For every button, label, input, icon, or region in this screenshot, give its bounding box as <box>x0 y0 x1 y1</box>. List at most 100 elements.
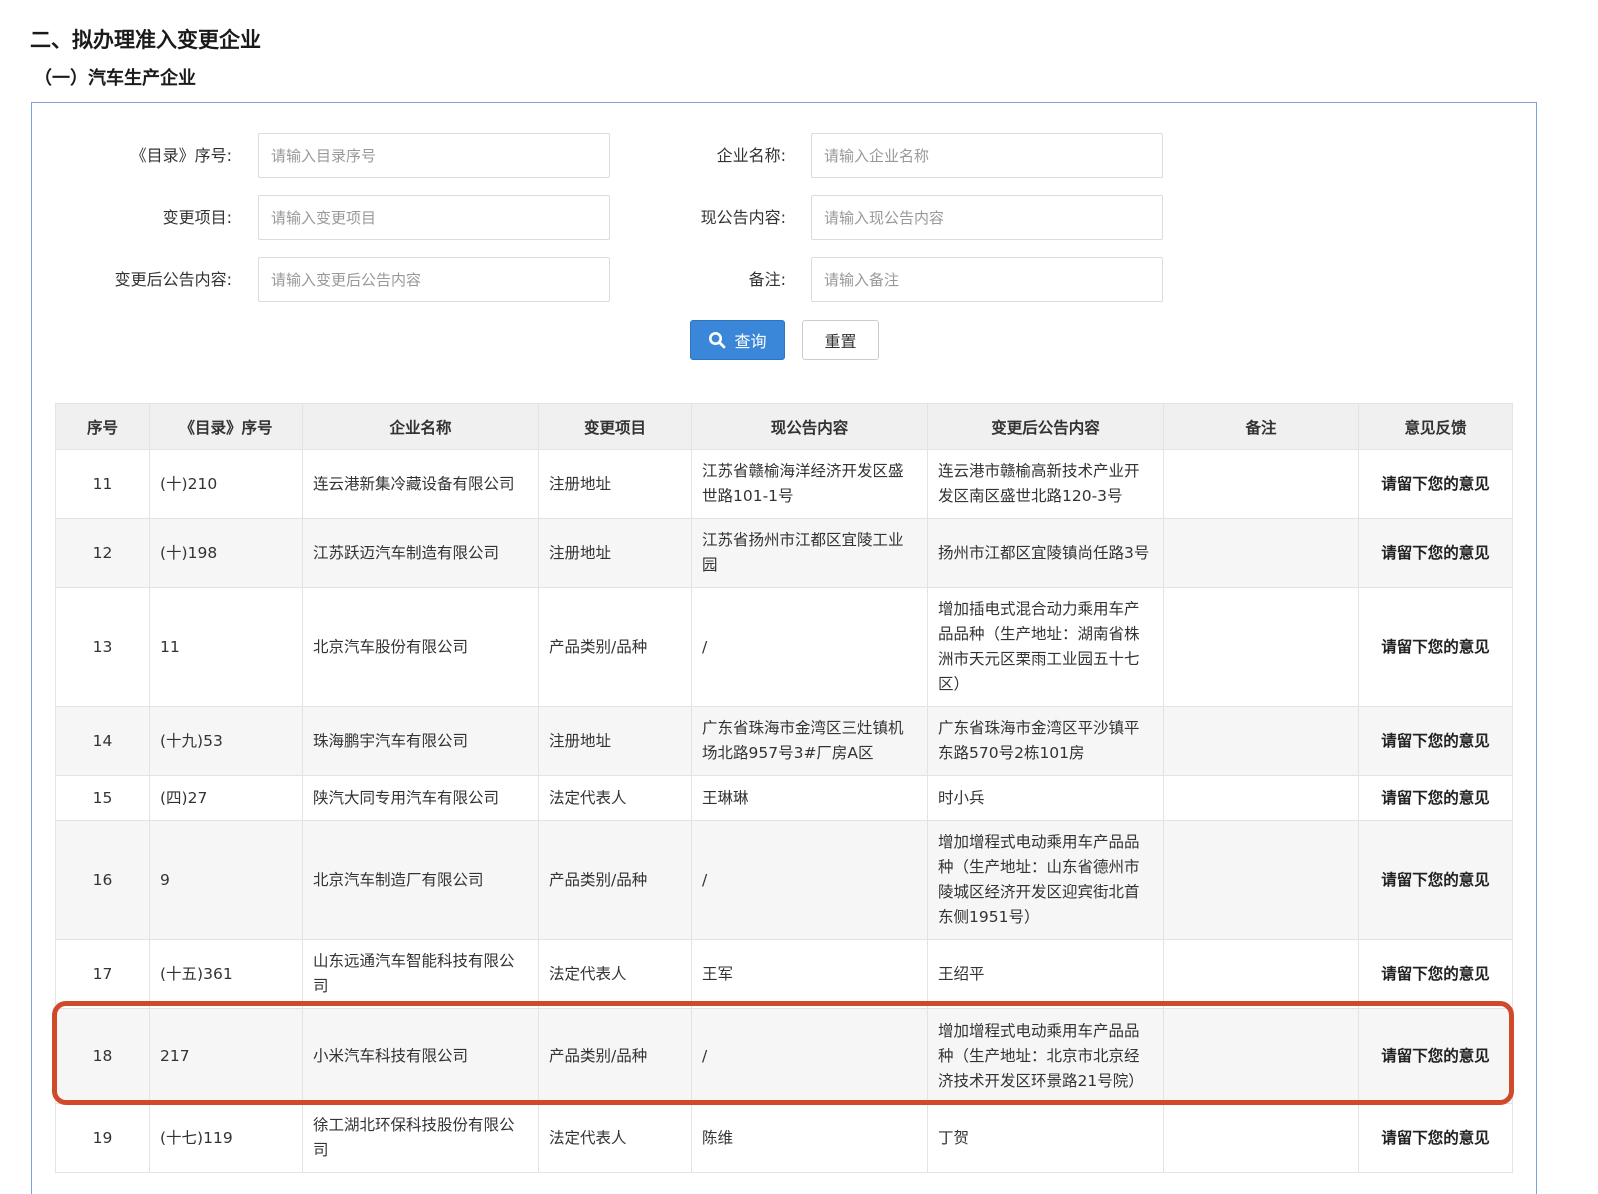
table-row: 11 (十)210 连云港新集冷藏设备有限公司 注册地址 江苏省赣榆海洋经济开发… <box>55 449 1513 519</box>
cell-no: 19 <box>55 1103 150 1173</box>
cell-item: 注册地址 <box>538 706 692 776</box>
col-header-remark: 备注 <box>1163 403 1359 450</box>
feedback-link[interactable]: 请留下您的意见 <box>1358 518 1513 588</box>
cell-no: 13 <box>55 587 150 707</box>
cell-current: / <box>691 820 928 940</box>
cell-after: 增加增程式电动乘用车产品品种（生产地址：北京市北京经济技术开发区环景路21号院） <box>927 1008 1164 1104</box>
catalog-no-input[interactable] <box>258 133 610 178</box>
feedback-link[interactable]: 请留下您的意见 <box>1358 775 1513 821</box>
cell-catalog: 9 <box>149 820 303 940</box>
col-header-no: 序号 <box>55 403 150 450</box>
new-content-input[interactable] <box>258 257 610 302</box>
col-header-catalog: 《目录》序号 <box>149 403 303 450</box>
cell-remark <box>1163 706 1359 776</box>
cell-company: 小米汽车科技有限公司 <box>302 1008 539 1104</box>
cell-catalog: (十五)361 <box>149 939 303 1009</box>
cell-remark <box>1163 1008 1359 1104</box>
current-content-label: 现公告内容: <box>700 208 786 227</box>
change-item-input[interactable] <box>258 195 610 240</box>
table-row: 15 (四)27 陕汽大同专用汽车有限公司 法定代表人 王琳琳 时小兵 请留下您… <box>55 775 1513 821</box>
cell-current: 陈维 <box>691 1103 928 1173</box>
change-item-label: 变更项目: <box>162 208 232 227</box>
cell-catalog: 217 <box>149 1008 303 1104</box>
cell-after: 连云港市赣榆高新技术产业开发区南区盛世北路120-3号 <box>927 449 1164 519</box>
cell-after: 王绍平 <box>927 939 1164 1009</box>
cell-company: 北京汽车股份有限公司 <box>302 587 539 707</box>
query-button-label: 查询 <box>734 332 767 351</box>
cell-remark <box>1163 518 1359 588</box>
col-header-item: 变更项目 <box>538 403 692 450</box>
cell-current: 江苏省扬州市江都区宜陵工业园 <box>691 518 928 588</box>
cell-after: 广东省珠海市金湾区平沙镇平东路570号2栋101房 <box>927 706 1164 776</box>
cell-catalog: (四)27 <box>149 775 303 821</box>
feedback-link[interactable]: 请留下您的意见 <box>1358 820 1513 940</box>
table-row: 17 (十五)361 山东远通汽车智能科技有限公司 法定代表人 王军 王绍平 请… <box>55 939 1513 1009</box>
cell-current: 江苏省赣榆海洋经济开发区盛世路101-1号 <box>691 449 928 519</box>
remark-input[interactable] <box>811 257 1163 302</box>
current-content-input[interactable] <box>811 195 1163 240</box>
cell-item: 产品类别/品种 <box>538 820 692 940</box>
cell-remark <box>1163 939 1359 1009</box>
cell-catalog: (十)210 <box>149 449 303 519</box>
cell-current: 广东省珠海市金湾区三灶镇机场北路957号3#厂房A区 <box>691 706 928 776</box>
cell-item: 产品类别/品种 <box>538 1008 692 1104</box>
company-label: 企业名称: <box>716 146 786 165</box>
feedback-link[interactable]: 请留下您的意见 <box>1358 939 1513 1009</box>
table-row: 14 (十九)53 珠海鹏宇汽车有限公司 注册地址 广东省珠海市金湾区三灶镇机场… <box>55 706 1513 776</box>
cell-remark <box>1163 587 1359 707</box>
col-header-after: 变更后公告内容 <box>927 403 1164 450</box>
subsection-title: （一）汽车生产企业 <box>34 68 196 89</box>
col-header-feedback: 意见反馈 <box>1358 403 1513 450</box>
reset-button[interactable]: 重置 <box>802 320 879 360</box>
cell-current: 王琳琳 <box>691 775 928 821</box>
cell-company: 陕汽大同专用汽车有限公司 <box>302 775 539 821</box>
company-input[interactable] <box>811 133 1163 178</box>
feedback-link[interactable]: 请留下您的意见 <box>1358 449 1513 519</box>
cell-item: 法定代表人 <box>538 939 692 1009</box>
catalog-no-label: 《目录》序号: <box>130 146 232 165</box>
cell-after: 扬州市江都区宜陵镇尚任路3号 <box>927 518 1164 588</box>
cell-after: 时小兵 <box>927 775 1164 821</box>
query-button[interactable]: 查询 <box>690 320 785 360</box>
table-row: 19 (十七)119 徐工湖北环保科技股份有限公司 法定代表人 陈维 丁贺 请留… <box>55 1103 1513 1173</box>
remark-label: 备注: <box>748 270 786 289</box>
reset-button-label: 重置 <box>824 332 857 351</box>
table-row: 12 (十)198 江苏跃迈汽车制造有限公司 注册地址 江苏省扬州市江都区宜陵工… <box>55 518 1513 588</box>
col-header-current: 现公告内容 <box>691 403 928 450</box>
table-row: 16 9 北京汽车制造厂有限公司 产品类别/品种 / 增加增程式电动乘用车产品品… <box>55 820 1513 940</box>
cell-no: 18 <box>55 1008 150 1104</box>
cell-item: 法定代表人 <box>538 1103 692 1173</box>
new-content-label: 变更后公告内容: <box>114 270 232 289</box>
cell-after: 丁贺 <box>927 1103 1164 1173</box>
cell-no: 16 <box>55 820 150 940</box>
cell-company: 山东远通汽车智能科技有限公司 <box>302 939 539 1009</box>
cell-remark <box>1163 820 1359 940</box>
cell-remark <box>1163 775 1359 821</box>
cell-item: 注册地址 <box>538 518 692 588</box>
cell-item: 注册地址 <box>538 449 692 519</box>
feedback-link[interactable]: 请留下您的意见 <box>1358 587 1513 707</box>
search-icon <box>709 332 726 349</box>
cell-no: 15 <box>55 775 150 821</box>
cell-catalog: (十七)119 <box>149 1103 303 1173</box>
cell-no: 12 <box>55 518 150 588</box>
cell-item: 法定代表人 <box>538 775 692 821</box>
cell-catalog: (十)198 <box>149 518 303 588</box>
cell-no: 17 <box>55 939 150 1009</box>
cell-company: 珠海鹏宇汽车有限公司 <box>302 706 539 776</box>
feedback-link[interactable]: 请留下您的意见 <box>1358 706 1513 776</box>
cell-company: 连云港新集冷藏设备有限公司 <box>302 449 539 519</box>
feedback-link[interactable]: 请留下您的意见 <box>1358 1008 1513 1104</box>
cell-catalog: 11 <box>149 587 303 707</box>
table-row: 13 11 北京汽车股份有限公司 产品类别/品种 / 增加插电式混合动力乘用车产… <box>55 587 1513 707</box>
cell-item: 产品类别/品种 <box>538 587 692 707</box>
feedback-link[interactable]: 请留下您的意见 <box>1358 1103 1513 1173</box>
cell-company: 徐工湖北环保科技股份有限公司 <box>302 1103 539 1173</box>
cell-current: / <box>691 1008 928 1104</box>
cell-remark <box>1163 449 1359 519</box>
cell-after: 增加插电式混合动力乘用车产品品种（生产地址：湖南省株洲市天元区栗雨工业园五十七区… <box>927 587 1164 707</box>
cell-current: / <box>691 587 928 707</box>
section-title: 二、拟办理准入变更企业 <box>30 28 261 52</box>
cell-current: 王军 <box>691 939 928 1009</box>
table-header: 序号 《目录》序号 企业名称 变更项目 现公告内容 变更后公告内容 备注 意见反… <box>55 403 1513 450</box>
